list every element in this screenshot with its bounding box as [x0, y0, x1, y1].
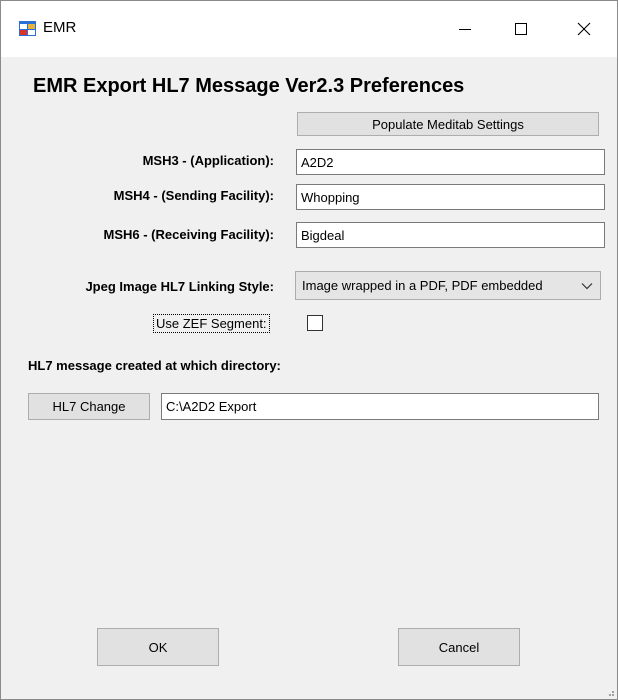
close-icon [577, 22, 591, 36]
msh4-sending-facility-input[interactable]: Whopping [296, 184, 605, 210]
msh4-label: MSH4 - (Sending Facility): [113, 188, 274, 203]
cancel-button[interactable]: Cancel [398, 628, 520, 666]
app-window-icon [19, 21, 36, 36]
page-title: EMR Export HL7 Message Ver2.3 Preference… [33, 75, 465, 97]
msh3-label: MSH3 - (Application): [142, 153, 274, 168]
ok-button[interactable]: OK [97, 628, 219, 666]
maximize-button[interactable] [493, 1, 549, 57]
minimize-icon [459, 29, 471, 30]
zef-segment-checkbox[interactable] [307, 315, 323, 331]
populate-meditab-settings-button[interactable]: Populate Meditab Settings [297, 112, 599, 136]
resize-grip-icon[interactable] [605, 687, 615, 697]
linking-style-dropdown[interactable]: Image wrapped in a PDF, PDF embedded [295, 271, 601, 300]
hl7-change-button[interactable]: HL7 Change [28, 393, 150, 420]
linking-style-label: Jpeg Image HL7 Linking Style: [85, 279, 274, 294]
msh6-receiving-facility-input[interactable]: Bigdeal [296, 222, 605, 248]
directory-heading: HL7 message created at which directory: [28, 358, 281, 373]
title-bar: EMR [1, 1, 617, 57]
minimize-button[interactable] [437, 1, 493, 57]
directory-path-input[interactable]: C:\A2D2 Export [161, 393, 599, 420]
window-title: EMR [43, 19, 77, 36]
linking-style-value: Image wrapped in a PDF, PDF embedded [302, 278, 543, 293]
zef-segment-label[interactable]: Use ZEF Segment: [153, 314, 270, 333]
close-button[interactable] [556, 1, 612, 57]
msh3-application-input[interactable]: A2D2 [296, 149, 605, 175]
emr-window: EMR EMR Export HL7 Message Ver2.3 Prefer… [0, 0, 618, 700]
msh6-label: MSH6 - (Receiving Facility): [103, 227, 274, 242]
chevron-down-icon [574, 272, 600, 299]
maximize-icon [515, 23, 527, 35]
